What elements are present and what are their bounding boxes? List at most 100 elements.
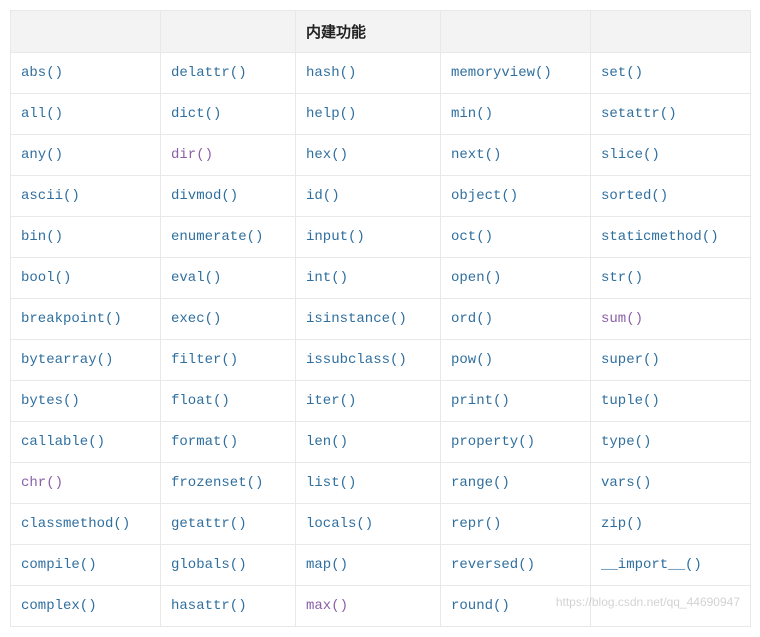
function-link[interactable]: isinstance() [306, 311, 407, 327]
table-cell: all() [11, 94, 161, 135]
function-link[interactable]: enumerate() [171, 229, 263, 245]
function-link[interactable]: callable() [21, 434, 105, 450]
header-cell-1 [161, 11, 296, 53]
function-link[interactable]: repr() [451, 516, 501, 532]
table-cell: complex() [11, 586, 161, 627]
function-link[interactable]: bytes() [21, 393, 80, 409]
function-link[interactable]: ascii() [21, 188, 80, 204]
table-cell: hasattr() [161, 586, 296, 627]
function-link[interactable]: vars() [601, 475, 651, 491]
function-link[interactable]: len() [306, 434, 348, 450]
function-link[interactable]: compile() [21, 557, 97, 573]
function-link[interactable]: open() [451, 270, 501, 286]
table-cell: divmod() [161, 176, 296, 217]
table-row: chr() frozenset() list() range() vars() [11, 463, 751, 504]
function-link[interactable]: all() [21, 106, 63, 122]
function-link[interactable]: bool() [21, 270, 71, 286]
table-cell: input() [296, 217, 441, 258]
function-link[interactable]: tuple() [601, 393, 660, 409]
function-link[interactable]: exec() [171, 311, 221, 327]
function-link[interactable]: hex() [306, 147, 348, 163]
function-link[interactable]: globals() [171, 557, 247, 573]
table-cell: ascii() [11, 176, 161, 217]
function-link[interactable]: hasattr() [171, 598, 247, 614]
table-row: bool() eval() int() open() str() [11, 258, 751, 299]
table-row: compile() globals() map() reversed() __impor… [11, 545, 751, 586]
function-link[interactable]: ord() [451, 311, 493, 327]
function-link[interactable]: pow() [451, 352, 493, 368]
function-link[interactable]: reversed() [451, 557, 535, 573]
function-link[interactable]: locals() [306, 516, 373, 532]
function-link[interactable]: hash() [306, 65, 356, 81]
function-link[interactable]: property() [451, 434, 535, 450]
function-link[interactable]: list() [306, 475, 356, 491]
table-cell: getattr() [161, 504, 296, 545]
table-row: bin() enumerate() input() oct() staticmethod… [11, 217, 751, 258]
table-cell: repr() [441, 504, 591, 545]
function-link[interactable]: breakpoint() [21, 311, 122, 327]
table-cell: next() [441, 135, 591, 176]
function-link[interactable]: range() [451, 475, 510, 491]
function-link[interactable]: staticmethod() [601, 229, 719, 245]
table-cell: memoryview() [441, 53, 591, 94]
function-link[interactable]: bin() [21, 229, 63, 245]
function-link[interactable]: getattr() [171, 516, 247, 532]
function-link[interactable]: dir() [171, 147, 213, 163]
table-cell: zip() [591, 504, 751, 545]
function-link[interactable]: slice() [601, 147, 660, 163]
function-link[interactable]: min() [451, 106, 493, 122]
function-link[interactable]: int() [306, 270, 348, 286]
function-link[interactable]: input() [306, 229, 365, 245]
function-link[interactable]: str() [601, 270, 643, 286]
function-link[interactable]: classmethod() [21, 516, 130, 532]
table-row: complex() hasattr() max() round() [11, 586, 751, 627]
function-link[interactable]: zip() [601, 516, 643, 532]
function-link[interactable]: issubclass() [306, 352, 407, 368]
function-link[interactable]: any() [21, 147, 63, 163]
function-link[interactable]: round() [451, 598, 510, 614]
function-link[interactable]: super() [601, 352, 660, 368]
table-cell: breakpoint() [11, 299, 161, 340]
function-link[interactable]: object() [451, 188, 518, 204]
function-link[interactable]: sorted() [601, 188, 668, 204]
function-link[interactable]: divmod() [171, 188, 238, 204]
table-cell: isinstance() [296, 299, 441, 340]
function-link[interactable]: id() [306, 188, 340, 204]
table-cell: bin() [11, 217, 161, 258]
function-link[interactable]: dict() [171, 106, 221, 122]
function-link[interactable]: set() [601, 65, 643, 81]
table-header: 内建功能 [11, 11, 751, 53]
function-link[interactable]: complex() [21, 598, 97, 614]
table-cell: reversed() [441, 545, 591, 586]
table-cell: compile() [11, 545, 161, 586]
table-cell: dict() [161, 94, 296, 135]
function-link[interactable]: delattr() [171, 65, 247, 81]
table-row: any() dir() hex() next() slice() [11, 135, 751, 176]
function-link[interactable]: oct() [451, 229, 493, 245]
function-link[interactable]: iter() [306, 393, 356, 409]
function-link[interactable]: next() [451, 147, 501, 163]
function-link[interactable]: print() [451, 393, 510, 409]
function-link[interactable]: abs() [21, 65, 63, 81]
function-link[interactable]: type() [601, 434, 651, 450]
function-link[interactable]: __import__() [601, 557, 702, 573]
function-link[interactable]: chr() [21, 475, 63, 491]
function-link[interactable]: max() [306, 598, 348, 614]
function-link[interactable]: eval() [171, 270, 221, 286]
function-link[interactable]: filter() [171, 352, 238, 368]
function-link[interactable]: format() [171, 434, 238, 450]
function-link[interactable]: help() [306, 106, 356, 122]
function-link[interactable]: map() [306, 557, 348, 573]
table-cell: enumerate() [161, 217, 296, 258]
function-link[interactable]: frozenset() [171, 475, 263, 491]
table-cell: str() [591, 258, 751, 299]
table-cell [591, 586, 751, 627]
header-cell-3 [441, 11, 591, 53]
table-cell: sorted() [591, 176, 751, 217]
function-link[interactable]: bytearray() [21, 352, 113, 368]
table-cell: round() [441, 586, 591, 627]
function-link[interactable]: setattr() [601, 106, 677, 122]
function-link[interactable]: memoryview() [451, 65, 552, 81]
function-link[interactable]: sum() [601, 311, 643, 327]
function-link[interactable]: float() [171, 393, 230, 409]
